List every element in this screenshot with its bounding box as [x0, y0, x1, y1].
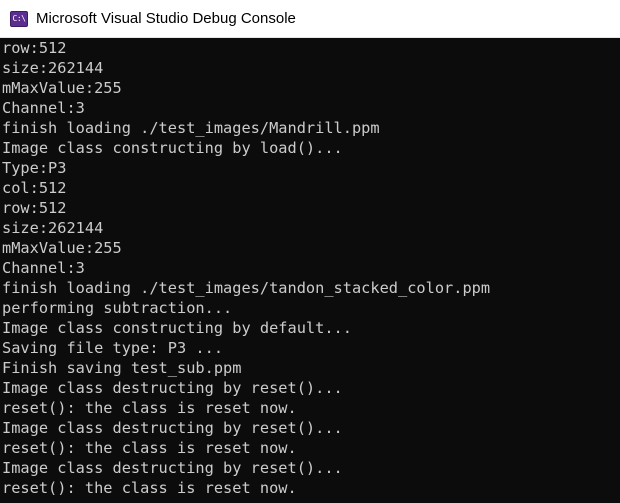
console-line: Channel:3 [2, 99, 85, 117]
console-line: finish loading ./test_images/Mandrill.pp… [2, 119, 380, 137]
console-line: col:512 [2, 179, 67, 197]
console-line: mMaxValue:255 [2, 239, 122, 257]
console-line: Finish saving test_sub.ppm [2, 359, 242, 377]
console-line: size:262144 [2, 59, 104, 77]
console-line: reset(): the class is reset now. [2, 399, 297, 417]
console-line: reset(): the class is reset now. [2, 439, 297, 457]
console-line: finish loading ./test_images/tandon_stac… [2, 279, 491, 297]
console-line: row:512 [2, 199, 67, 217]
console-line: Saving file type: P3 ... [2, 339, 224, 357]
console-line: reset(): the class is reset now. [2, 479, 297, 497]
console-line: Channel:3 [2, 259, 85, 277]
console-line: Image class constructing by default... [2, 319, 352, 337]
console-line: row:512 [2, 39, 67, 57]
title-bar[interactable]: C:\ Microsoft Visual Studio Debug Consol… [0, 0, 620, 38]
console-line: Type:P3 [2, 159, 67, 177]
console-line: performing subtraction... [2, 299, 233, 317]
console-line: Image class destructing by reset()... [2, 379, 343, 397]
console-line: size:262144 [2, 219, 104, 237]
debug-console-window: C:\ Microsoft Visual Studio Debug Consol… [0, 0, 620, 503]
console-line: Image class constructing by load()... [2, 139, 343, 157]
vs-console-icon: C:\ [10, 10, 28, 27]
console-line: Image class destructing by reset()... [2, 459, 343, 477]
window-title: Microsoft Visual Studio Debug Console [36, 10, 296, 27]
console-output[interactable]: row:512 size:262144 mMaxValue:255 Channe… [0, 38, 620, 503]
console-line: mMaxValue:255 [2, 79, 122, 97]
console-line: Image class destructing by reset()... [2, 419, 343, 437]
